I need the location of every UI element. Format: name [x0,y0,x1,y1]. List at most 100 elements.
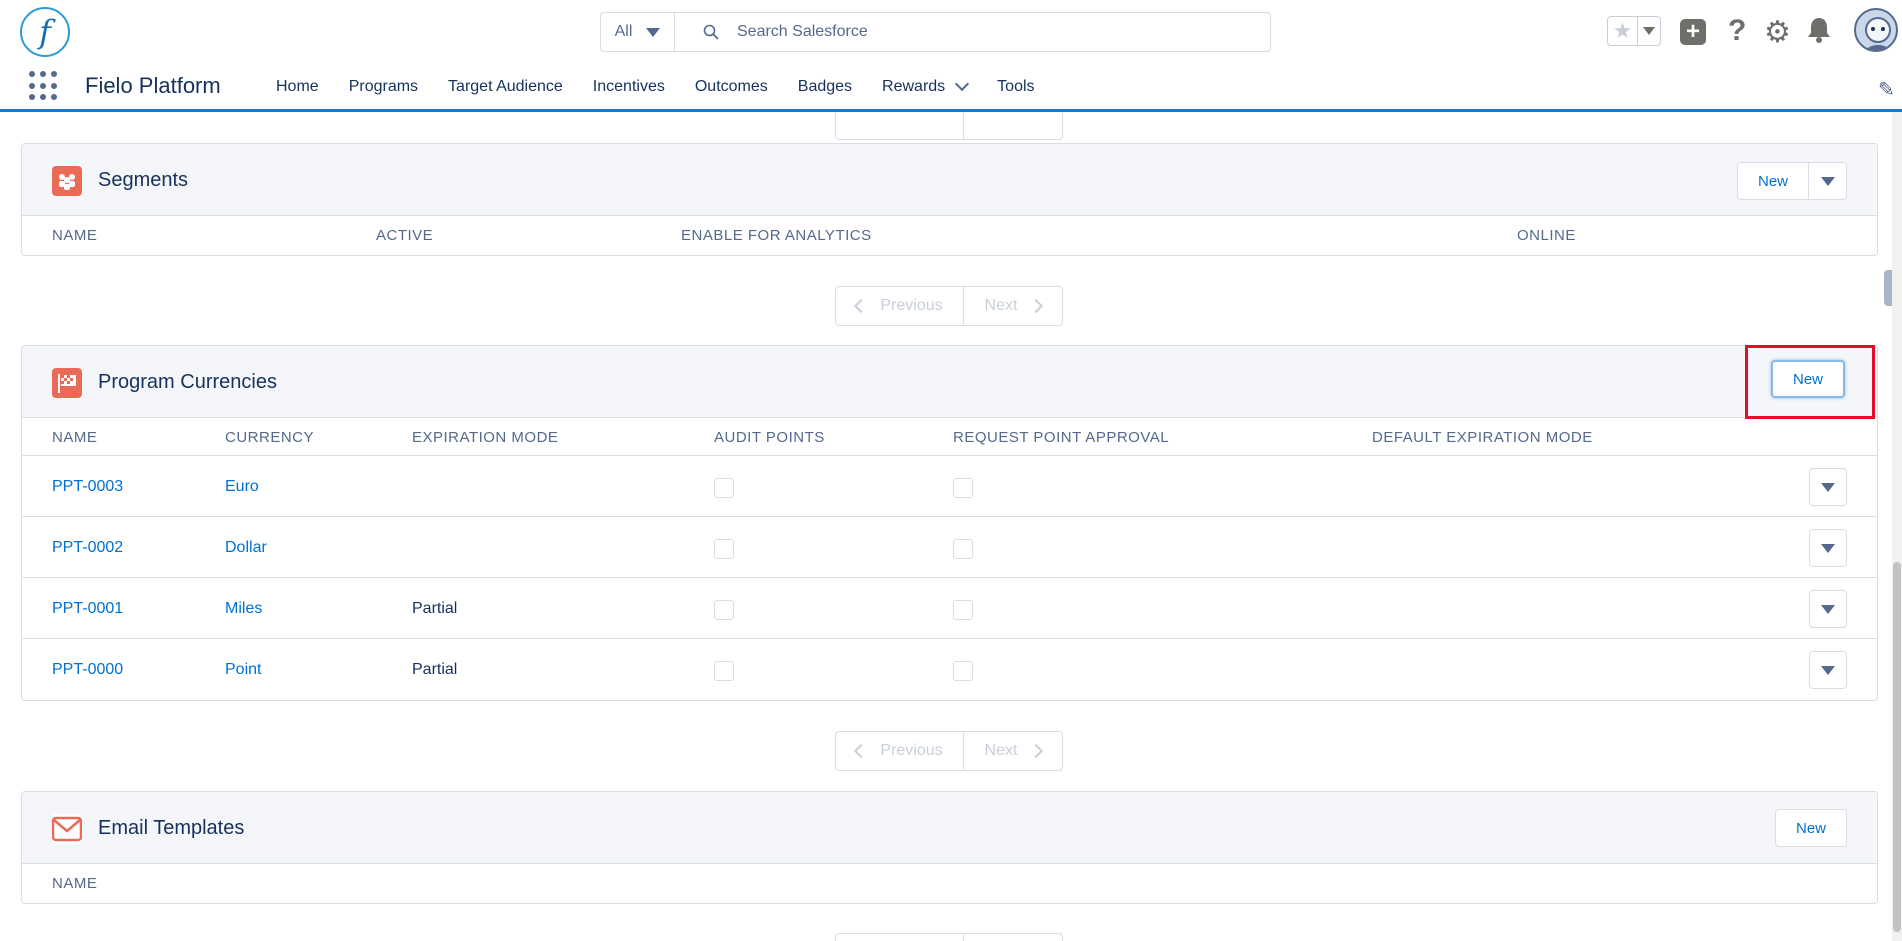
next-button[interactable] [964,112,1062,139]
previous-label: Previous [880,742,943,759]
row-actions-button[interactable] [1809,651,1847,689]
chevron-down-icon [1820,176,1835,186]
column-header[interactable]: DEFAULT EXPIRATION MODE [1372,429,1593,446]
app-launcher-icon[interactable] [29,71,59,101]
navigation-bar: Fielo Platform Home Programs Target Audi… [0,65,1902,112]
expiration-mode: Partial [412,600,458,617]
table-row: PPT-0002 Dollar [22,517,1877,578]
global-search: All [600,12,1271,52]
search-field [675,13,1270,51]
request-point-approval-checkbox [953,661,973,681]
card-title[interactable]: Email Templates [98,817,244,840]
nav-item-label: Programs [348,78,419,95]
request-point-approval-checkbox [953,478,973,498]
column-header[interactable]: NAME [52,875,97,892]
nav-item-outcomes[interactable]: Outcomes [695,78,768,96]
nav-item-label: Rewards [882,78,946,95]
column-header[interactable]: AUDIT POINTS [714,429,825,446]
record-name-link[interactable]: PPT-0001 [52,600,123,618]
card-header: Program Currencies [22,346,1877,418]
chevron-right-icon [1029,298,1044,314]
user-avatar-icon [1865,17,1891,50]
column-header[interactable]: REQUEST POINT APPROVAL [953,429,1169,446]
column-header[interactable]: EXPIRATION MODE [412,429,558,446]
chevron-down-icon [1821,543,1835,553]
new-button[interactable]: New [1774,809,1847,847]
previous-button[interactable] [836,112,964,139]
scrollbar-thumb[interactable] [1893,562,1901,932]
nav-item-badges[interactable]: Badges [798,78,852,96]
row-actions-button[interactable] [1809,468,1847,506]
chevron-down-icon [1821,665,1835,675]
column-header[interactable]: CURRENCY [225,429,314,446]
nav-item-programs[interactable]: Programs [349,78,418,96]
new-button[interactable]: New [1737,163,1808,199]
card-title[interactable]: Segments [98,169,188,192]
star-icon[interactable]: ★ [1608,17,1638,45]
chevron-down-icon [1643,27,1655,35]
nav-item-label: Outcomes [694,78,768,95]
previous-button[interactable]: Previous [836,287,964,325]
nav-item-label: Tools [997,78,1035,95]
currency-link[interactable]: Point [225,661,261,679]
nav-item-target-audience[interactable]: Target Audience [448,78,563,96]
chevron-right-icon [1029,743,1044,759]
next-button[interactable]: Next [964,732,1062,770]
column-header[interactable]: NAME [52,227,97,244]
next-label: Next [984,297,1018,314]
audit-points-checkbox [714,539,734,559]
nav-item-label: Target Audience [448,78,563,95]
column-header[interactable]: ENABLE FOR ANALYTICS [681,227,872,244]
nav-item-home[interactable]: Home [276,78,319,96]
card-title[interactable]: Program Currencies [98,371,277,394]
currency-link[interactable]: Dollar [225,539,267,557]
row-actions-button[interactable] [1809,529,1847,567]
segments-card: Segments New NAME ACTIVE ENABLE FOR ANAL… [21,143,1878,256]
avatar[interactable] [1854,8,1898,52]
record-name-link[interactable]: PPT-0000 [52,661,123,679]
gear-icon[interactable]: ⚙ [1764,15,1791,50]
column-header[interactable]: ONLINE [1517,227,1576,244]
favorites-button[interactable]: ★ [1607,16,1661,46]
nav-item-incentives[interactable]: Incentives [593,78,665,96]
global-actions-button[interactable]: + [1680,18,1706,45]
pager-previous-section [835,112,1063,140]
currency-link[interactable]: Euro [225,478,259,496]
record-name-link[interactable]: PPT-0002 [52,539,123,557]
chevron-left-icon [854,743,869,759]
email-templates-card: Email Templates New NAME [21,791,1878,904]
row-actions-button[interactable] [1809,590,1847,628]
currency-link[interactable]: Miles [225,600,262,618]
next-button[interactable] [964,934,1062,941]
segments-pager: Previous Next [835,286,1063,326]
app-name: Fielo Platform [85,73,221,98]
page-scrollbar[interactable] [1892,112,1902,941]
email-templates-pager [835,933,1063,941]
next-button[interactable]: Next [964,287,1062,325]
chevron-down-icon [1821,482,1835,492]
edit-nav-icon[interactable]: ✎ [1878,77,1895,102]
search-input[interactable] [737,23,1237,41]
nav-item-label: Badges [797,78,853,95]
column-header[interactable]: ACTIVE [376,227,433,244]
search-scope-dropdown[interactable]: All [601,13,675,51]
fielo-logo[interactable]: f [20,7,70,57]
column-headers: NAME [22,864,1877,902]
bell-icon[interactable] [1806,16,1832,44]
more-actions-button[interactable] [1808,163,1846,199]
previous-button[interactable]: Previous [836,732,964,770]
chevron-down-icon[interactable] [955,76,970,92]
audit-points-checkbox [714,478,734,498]
previous-label: Previous [880,297,943,314]
next-label: Next [984,742,1018,759]
nav-item-rewards[interactable]: Rewards [882,76,970,96]
record-name-link[interactable]: PPT-0003 [52,478,123,496]
favorites-menu-button[interactable] [1638,17,1660,45]
program-currencies-pager: Previous Next [835,731,1063,771]
table-row: PPT-0000 Point Partial [22,639,1877,700]
help-icon[interactable]: ? [1728,14,1746,48]
column-header[interactable]: NAME [52,429,97,446]
nav-item-tools[interactable]: Tools [997,78,1034,96]
nav-items: Home Programs Target Audience Incentives… [276,65,1065,109]
previous-button[interactable] [836,934,964,941]
